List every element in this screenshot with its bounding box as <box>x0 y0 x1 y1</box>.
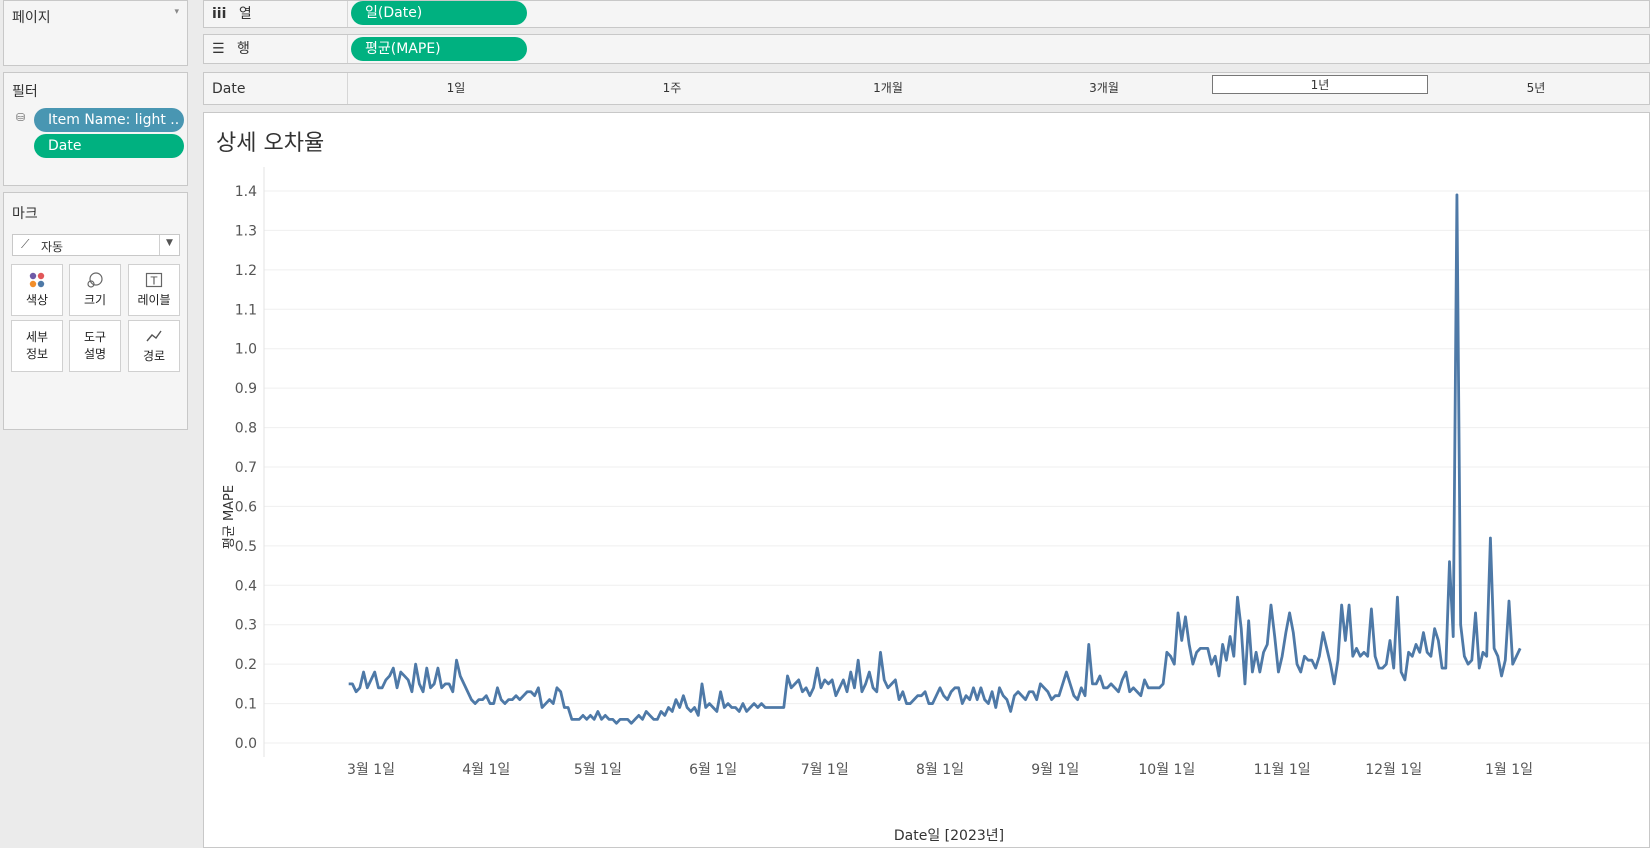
x-tick-label: 6월 1일 <box>689 762 737 778</box>
y-tick-label: 0.7 <box>235 460 257 476</box>
rows-shelf-label: 행 <box>237 41 250 57</box>
mark-type-dropdown[interactable]: ⟋ 자동 ▼ <box>12 234 180 256</box>
path-line-icon <box>129 327 179 345</box>
columns-icon: iii <box>212 6 227 22</box>
y-tick-label: 0.8 <box>235 421 257 437</box>
y-tick-label: 0.9 <box>235 381 257 397</box>
svg-text:T: T <box>150 275 158 288</box>
marks-panel-title: 마크 <box>12 206 38 222</box>
x-tick-label: 1월 1일 <box>1485 762 1533 778</box>
mape-line-chart: 0.0 0.1 0.2 0.3 0.4 0.5 0.6 0.7 0.8 0.9 1.0 1.1 1.2 1… <box>222 167 1649 844</box>
series-line-mape <box>348 193 1522 725</box>
columns-shelf-label-box: iii 열 <box>204 1 348 27</box>
y-tick-label: 1.1 <box>235 302 257 318</box>
rows-shelf-label-box: ☰ 행 <box>204 35 348 63</box>
x-tick-label: 7월 1일 <box>801 762 849 778</box>
x-tick-label: 9월 1일 <box>1031 762 1079 778</box>
pages-panel: 페이지 ▾ <box>3 0 188 66</box>
columns-shelf: iii 열 일(Date) <box>203 0 1650 28</box>
y-tick-label: 1.4 <box>235 184 257 200</box>
date-option-1-day[interactable]: 1일 <box>348 73 564 104</box>
chevron-down-icon[interactable]: ▼ <box>166 238 173 248</box>
date-option-1-month[interactable]: 1개월 <box>780 73 996 104</box>
mark-path-label: 경로 <box>142 349 166 363</box>
rows-shelf: ☰ 행 평균(MAPE) <box>203 34 1650 64</box>
y-tick-label: 0.5 <box>235 539 257 555</box>
filter-set-icon: ⛁ <box>16 111 26 124</box>
x-tick-label: 11월 1일 <box>1254 762 1311 778</box>
y-axis-title: 평균 MAPE <box>222 485 237 549</box>
mark-color-button[interactable]: 색상 <box>11 264 63 316</box>
y-tick-label: 0.2 <box>235 657 257 673</box>
mark-tooltip-label-line2: 설명 <box>83 347 107 361</box>
date-option-3-month[interactable]: 3개월 <box>996 73 1212 104</box>
y-tick-label: 0.6 <box>235 499 257 515</box>
size-circles-icon <box>70 271 120 289</box>
rows-icon: ☰ <box>212 41 225 57</box>
mark-detail-label-line1: 세부 <box>25 330 49 344</box>
filter-pill-date[interactable]: Date <box>34 134 184 158</box>
date-option-1-year[interactable]: 1년 <box>1212 75 1428 94</box>
rows-pill-mape[interactable]: 평균(MAPE) <box>351 37 527 61</box>
mark-path-button[interactable]: 경로 <box>128 320 180 372</box>
pages-panel-menu-icon[interactable]: ▾ <box>174 7 179 17</box>
y-tick-label: 0.4 <box>235 578 257 594</box>
mark-size-label: 크기 <box>83 293 107 307</box>
date-option-5-year[interactable]: 5년 <box>1428 73 1644 104</box>
columns-pill-date[interactable]: 일(Date) <box>351 1 527 25</box>
x-tick-label: 12월 1일 <box>1365 762 1422 778</box>
mark-type-value: 자동 <box>41 240 64 254</box>
x-axis-title: Date일 [2023년] <box>894 828 1004 844</box>
mark-label-button[interactable]: T 레이블 <box>128 264 180 316</box>
mark-detail-button[interactable]: 세부 정보 <box>11 320 63 372</box>
filters-panel: 필터 ⛁ Item Name: light .. Date <box>3 72 188 186</box>
mark-label-label: 레이블 <box>137 293 171 307</box>
columns-shelf-label: 열 <box>238 6 252 22</box>
marks-panel: 마크 ⟋ 자동 ▼ 색상 크기 T 레이블 세부 정보 도구 설명 경로 <box>3 192 188 430</box>
worksheet-title: 상세 오차율 <box>216 131 325 156</box>
y-tick-label: 1.2 <box>235 263 257 279</box>
text-t-icon: T <box>129 271 179 289</box>
x-tick-label: 4월 1일 <box>462 762 510 778</box>
mark-tooltip-label-line1: 도구 <box>83 330 107 344</box>
x-tick-label: 8월 1일 <box>916 762 964 778</box>
mark-color-label: 색상 <box>25 293 49 307</box>
date-slider: Date 1일 1주 1개월 3개월 1년 5년 <box>203 72 1650 105</box>
y-tick-label: 0.1 <box>235 697 257 713</box>
mark-size-button[interactable]: 크기 <box>69 264 121 316</box>
line-mark-icon: ⟋ <box>21 237 30 251</box>
dropdown-divider <box>159 235 160 255</box>
worksheet-area: 상세 오차율 0.0 0.1 0.2 0.3 0.4 0.5 0.6 0.7 0.8 0.9 1.0… <box>203 112 1650 848</box>
y-tick-label: 1.3 <box>235 223 257 239</box>
date-option-1-week[interactable]: 1주 <box>564 73 780 104</box>
pages-panel-title: 페이지 <box>12 10 51 26</box>
date-slider-options: 1일 1주 1개월 3개월 1년 5년 <box>348 73 1648 104</box>
mark-detail-label-line2: 정보 <box>25 347 49 361</box>
mark-tooltip-button[interactable]: 도구 설명 <box>69 320 121 372</box>
y-tick-label: 0.3 <box>235 618 257 634</box>
x-tick-label: 10월 1일 <box>1138 762 1195 778</box>
y-tick-label: 1.0 <box>235 342 257 358</box>
date-slider-label-box: Date <box>204 73 348 104</box>
filter-pill-item-name[interactable]: Item Name: light .. <box>34 108 184 132</box>
y-tick-label: 0.0 <box>235 736 257 752</box>
date-slider-label: Date <box>212 81 246 97</box>
x-tick-label: 5월 1일 <box>574 762 622 778</box>
x-tick-label: 3월 1일 <box>347 762 395 778</box>
filters-panel-title: 필터 <box>12 84 38 100</box>
color-dots-icon <box>12 271 62 289</box>
